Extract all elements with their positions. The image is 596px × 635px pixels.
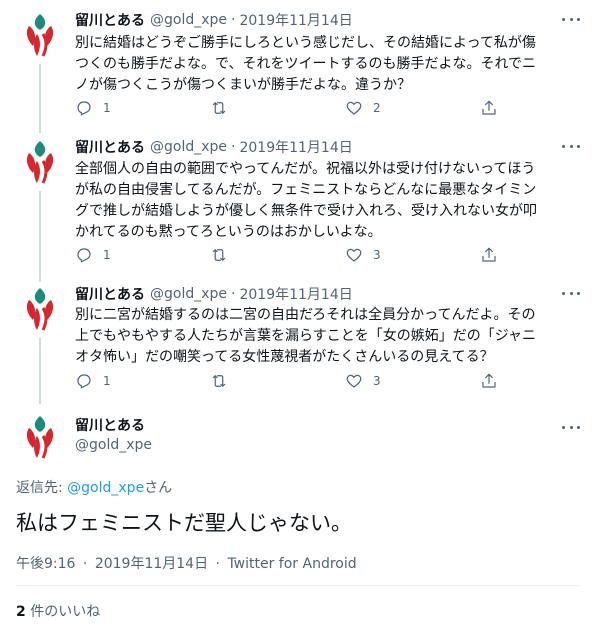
divider <box>16 585 580 586</box>
tweet-actions: 1 3 <box>75 245 505 265</box>
main-tweet-text: 私はフェミニストだ聖人じゃない。 <box>16 511 352 535</box>
like-button[interactable]: 3 <box>345 245 381 265</box>
reply-icon <box>77 248 91 263</box>
retweet-button[interactable] <box>210 371 238 391</box>
reply-button[interactable]: 1 <box>75 245 111 265</box>
tweet-header: 留川とある @gold_xpe · 2019年11月14日 <box>75 284 353 304</box>
reply-count: 1 <box>103 101 111 115</box>
more-icon[interactable] <box>562 12 580 26</box>
tweet-line: 別に結婚はどうぞご勝手にしろという感じだし、その結婚によって私が傷 <box>75 35 536 51</box>
tweet-text: 全部個人の自由の範囲でやってんだが。祝福以外は受け付けないってほう が私の自由侵… <box>75 159 580 243</box>
avatar-logo-icon <box>15 284 65 334</box>
display-name[interactable]: 留川とある <box>75 415 145 435</box>
avatar[interactable] <box>15 284 65 334</box>
heart-icon <box>346 374 362 388</box>
tweet-header: 留川とある @gold_xpe · 2019年11月14日 <box>75 137 353 157</box>
tweet-date[interactable]: 2019年11月14日 <box>95 556 208 572</box>
reply-icon <box>77 101 91 116</box>
like-count: 2 <box>16 604 26 620</box>
reply-icon <box>77 374 91 389</box>
reply-count: 1 <box>103 248 111 262</box>
tweet-text: 別に結婚はどうぞご勝手にしろという感じだし、その結婚によって私が傷 つくのも勝手… <box>75 33 580 96</box>
share-button[interactable] <box>480 245 498 265</box>
tweet-text: 別に二宮が結婚するのは二宮の自由だろそれは全員分かってんだよ。その 上でもやもや… <box>75 305 580 368</box>
like-count: 2 <box>373 101 381 115</box>
tweet-line: 上でもやもやする人たちが言葉を漏らすことを「女の嫉妬」だの「ジャニ <box>75 328 537 344</box>
tweet[interactable]: 留川とある @gold_xpe · 2019年11月14日 全部個人の自由の範囲… <box>0 119 596 282</box>
tweet-header: 留川とある @gold_xpe · 2019年11月14日 <box>75 10 353 30</box>
tweet-source[interactable]: Twitter for Android <box>227 556 356 572</box>
reply-to-prefix: 返信先: <box>16 480 68 496</box>
tweet-line: ノが傷つくこうが傷つくまいが勝手だよな。違うか？ <box>75 77 411 93</box>
user-handle[interactable]: @gold_xpe <box>150 286 227 302</box>
tweet-line: かれてるのも黙ってろというのはおかしいよな。 <box>75 224 382 240</box>
tweet-line: 全部個人の自由の範囲でやってんだが。祝福以外は受け付けないってほう <box>75 161 536 177</box>
separator-dot: · <box>231 286 236 302</box>
share-icon <box>482 247 496 262</box>
separator-dot: · <box>231 139 236 155</box>
share-button[interactable] <box>480 98 498 118</box>
tweet-meta: 午後9:16 · 2019年11月14日 · Twitter for Andro… <box>16 553 357 573</box>
user-handle[interactable]: @gold_xpe <box>150 139 227 155</box>
retweet-button[interactable] <box>210 245 238 265</box>
user-handle[interactable]: @gold_xpe <box>150 12 227 28</box>
share-button[interactable] <box>480 371 498 391</box>
avatar-logo-icon <box>15 412 65 462</box>
reply-count: 1 <box>103 374 111 388</box>
tweet-line: が私の自由侵害してるんだが。フェミニストならどんなに最悪なタイミン <box>75 182 537 198</box>
main-tweet[interactable]: 留川とある @gold_xpe 返信先: @gold_xpeさん 私はフェミニス… <box>0 410 596 635</box>
thread-line <box>39 191 41 282</box>
reply-to: 返信先: @gold_xpeさん <box>16 477 172 497</box>
avatar[interactable] <box>15 412 65 462</box>
display-name[interactable]: 留川とある <box>75 137 145 157</box>
reply-to-handle-link[interactable]: @gold_xpe <box>67 480 144 496</box>
reply-button[interactable]: 1 <box>75 371 111 391</box>
heart-icon <box>346 101 362 115</box>
like-count: 3 <box>373 248 381 262</box>
reply-button[interactable]: 1 <box>75 98 111 118</box>
tweet-date[interactable]: 2019年11月14日 <box>239 10 352 30</box>
separator-dot: · <box>215 556 220 572</box>
tweet-line: グで推しが結婚しようが優しく無条件で受け入れろ、受け入れない女が叩 <box>75 203 537 219</box>
more-icon[interactable] <box>562 420 580 434</box>
share-icon <box>482 373 496 388</box>
retweet-icon <box>212 249 226 261</box>
avatar-logo-icon <box>15 137 65 187</box>
user-handle[interactable]: @gold_xpe <box>75 437 152 453</box>
more-icon[interactable] <box>562 286 580 300</box>
tweet-actions: 1 3 <box>75 371 505 391</box>
display-name[interactable]: 留川とある <box>75 10 145 30</box>
tweet-date[interactable]: 2019年11月14日 <box>239 284 352 304</box>
tweet-line: オタ怖い」だの嘲笑ってる女性蔑視者がたくさんいるの見えてる？ <box>75 349 494 365</box>
display-name[interactable]: 留川とある <box>75 284 145 304</box>
tweet-time[interactable]: 午後9:16 <box>16 556 75 572</box>
tweet-line: つくのも勝手だよな。で、それをツイートするのも勝手だよな。それでニ <box>75 56 537 72</box>
tweet[interactable]: 留川とある @gold_xpe · 2019年11月14日 別に二宮が結婚するの… <box>0 284 596 404</box>
likes-summary[interactable]: 2 件のいいね <box>16 601 100 621</box>
separator-dot: · <box>82 556 88 572</box>
reply-to-suffix: さん <box>144 480 173 496</box>
like-button[interactable]: 3 <box>345 371 381 391</box>
thread-line <box>39 338 41 404</box>
share-icon <box>482 100 496 115</box>
retweet-icon <box>212 375 226 387</box>
avatar[interactable] <box>15 137 65 187</box>
separator-dot: · <box>231 12 236 28</box>
retweet-button[interactable] <box>210 98 238 118</box>
like-label: 件のいいね <box>25 604 101 620</box>
avatar-logo-icon <box>15 10 65 60</box>
thread-line <box>39 119 41 133</box>
avatar[interactable] <box>15 10 65 60</box>
like-count: 3 <box>373 374 381 388</box>
tweet-date[interactable]: 2019年11月14日 <box>239 137 352 157</box>
tweet-actions: 1 2 <box>75 98 505 118</box>
heart-icon <box>346 248 362 262</box>
retweet-icon <box>212 102 226 114</box>
tweet-line: 別に二宮が結婚するのは二宮の自由だろそれは全員分かってんだよ。その <box>75 307 536 323</box>
tweet[interactable]: 留川とある @gold_xpe · 2019年11月14日 別に結婚はどうぞご勝… <box>0 10 596 129</box>
more-icon[interactable] <box>562 139 580 153</box>
like-button[interactable]: 2 <box>345 98 381 118</box>
